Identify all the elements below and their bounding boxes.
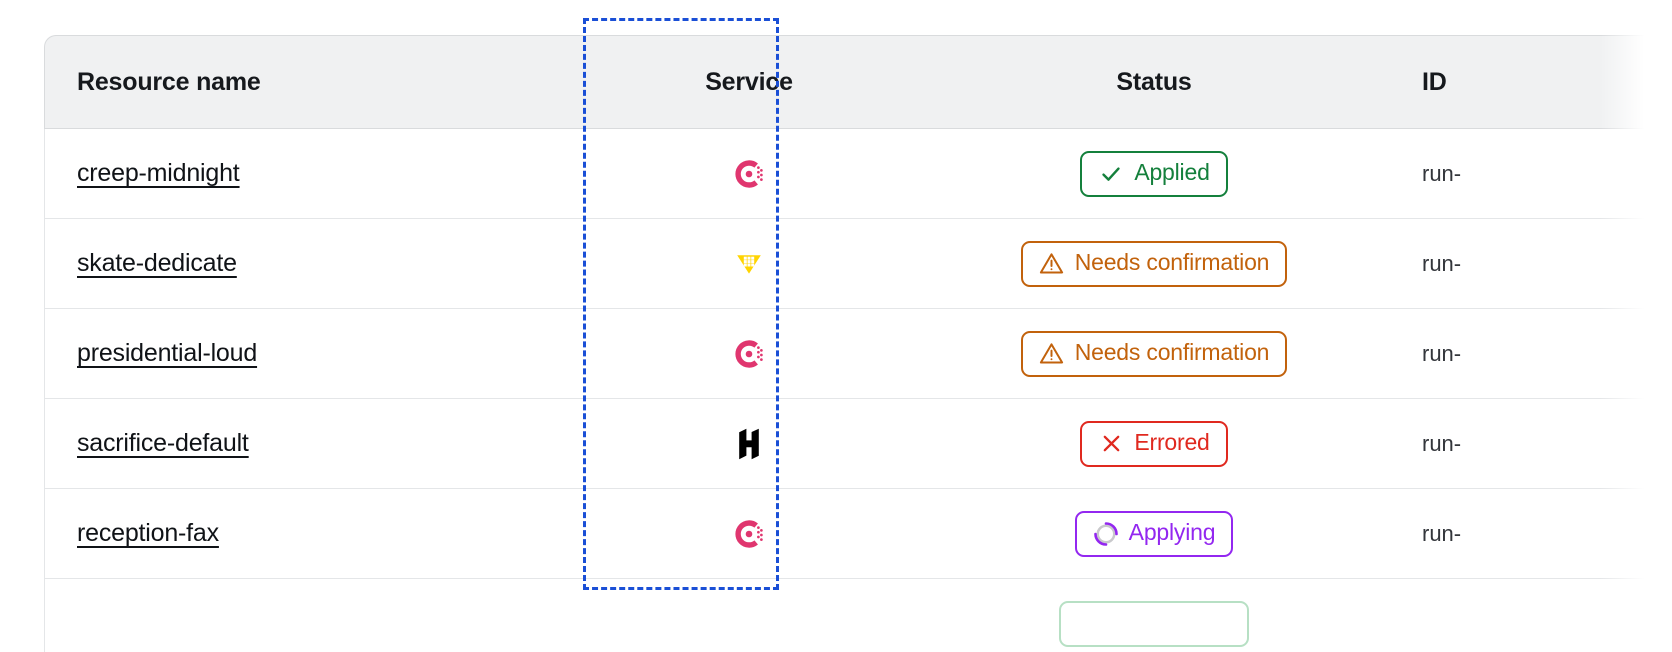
cell-service xyxy=(584,489,914,579)
table-row[interactable]: sacrifice-default Errored run- xyxy=(44,399,1672,489)
cell-id xyxy=(1394,579,1672,652)
resource-name-link[interactable]: creep-midnight xyxy=(77,159,240,188)
cell-id: run- xyxy=(1394,129,1672,219)
run-id-text: run- xyxy=(1422,250,1462,276)
cell-service xyxy=(584,399,914,489)
resource-name-link[interactable]: sacrifice-default xyxy=(77,429,249,458)
spinner-icon xyxy=(1093,521,1119,547)
column-header-service[interactable]: Service xyxy=(584,35,914,129)
cell-id: run- xyxy=(1394,399,1672,489)
status-badge-label: Applied xyxy=(1134,159,1210,185)
cell-status: Applying xyxy=(914,489,1394,579)
column-header-status[interactable]: Status xyxy=(914,35,1394,129)
column-header-id[interactable]: ID xyxy=(1394,35,1672,129)
cell-id: run- xyxy=(1394,489,1672,579)
run-id-text: run- xyxy=(1422,430,1462,456)
cell-status: Needs confirmation xyxy=(914,309,1394,399)
cell-status xyxy=(914,579,1394,652)
cell-service xyxy=(584,129,914,219)
run-id-text: run- xyxy=(1422,160,1462,186)
status-badge[interactable]: Needs confirmation xyxy=(1020,330,1288,377)
run-id-text: run- xyxy=(1422,520,1462,546)
table-row[interactable]: skate-dedicate Needs confirmation run- xyxy=(44,219,1672,309)
warning-triangle-icon xyxy=(1039,251,1065,277)
column-header-resource-name[interactable]: Resource name xyxy=(44,35,584,129)
confluent-icon xyxy=(732,337,766,371)
snowflake-icon xyxy=(732,247,766,281)
run-id-text: run- xyxy=(1422,340,1462,366)
cell-status: Applied xyxy=(914,129,1394,219)
cell-resource-name: reception-fax xyxy=(44,489,584,579)
cell-status: Errored xyxy=(914,399,1394,489)
table-row[interactable]: creep-midnight Applied run- xyxy=(44,129,1672,219)
cell-status: Needs confirmation xyxy=(914,219,1394,309)
status-badge[interactable]: Needs confirmation xyxy=(1020,240,1288,287)
table-header: Resource name Service Status ID xyxy=(44,35,1672,129)
table-body: creep-midnight Applied run-skate-dedicate N… xyxy=(44,129,1672,652)
table-row[interactable] xyxy=(44,579,1672,652)
resource-name-link[interactable]: skate-dedicate xyxy=(77,249,237,278)
table-header-row: Resource name Service Status ID xyxy=(44,35,1672,129)
confluent-icon xyxy=(732,157,766,191)
status-badge[interactable]: Applying xyxy=(1074,510,1234,557)
cell-resource-name: presidential-loud xyxy=(44,309,584,399)
hashicorp-icon xyxy=(732,427,766,461)
status-badge[interactable]: Errored xyxy=(1080,420,1228,467)
cell-resource-name: skate-dedicate xyxy=(44,219,584,309)
cell-id: run- xyxy=(1394,309,1672,399)
resource-name-link[interactable]: reception-fax xyxy=(77,519,219,548)
table-row[interactable]: presidential-loud Needs confirmation run- xyxy=(44,309,1672,399)
cell-service xyxy=(584,309,914,399)
cell-service xyxy=(584,579,914,652)
status-badge-label: Needs confirmation xyxy=(1074,339,1270,365)
runs-table-container: Resource name Service Status ID creep-mi… xyxy=(44,35,1672,652)
cell-service xyxy=(584,219,914,309)
confluent-icon xyxy=(732,517,766,551)
runs-table: Resource name Service Status ID creep-mi… xyxy=(44,35,1672,652)
resource-name-link[interactable]: presidential-loud xyxy=(77,339,257,368)
x-icon xyxy=(1098,431,1124,457)
cell-resource-name xyxy=(44,579,584,652)
runs-table-page: Resource name Service Status ID creep-mi… xyxy=(0,0,1672,652)
cell-resource-name: creep-midnight xyxy=(44,129,584,219)
warning-triangle-icon xyxy=(1039,341,1065,367)
status-badge-label: Needs confirmation xyxy=(1074,249,1270,275)
status-badge-label: Errored xyxy=(1134,429,1210,455)
cell-resource-name: sacrifice-default xyxy=(44,399,584,489)
status-badge-label: Applying xyxy=(1128,519,1216,545)
check-icon xyxy=(1098,161,1124,187)
table-row[interactable]: reception-fax Applying run- xyxy=(44,489,1672,579)
status-badge[interactable] xyxy=(1059,600,1249,647)
cell-id: run- xyxy=(1394,219,1672,309)
status-badge[interactable]: Applied xyxy=(1080,150,1228,197)
